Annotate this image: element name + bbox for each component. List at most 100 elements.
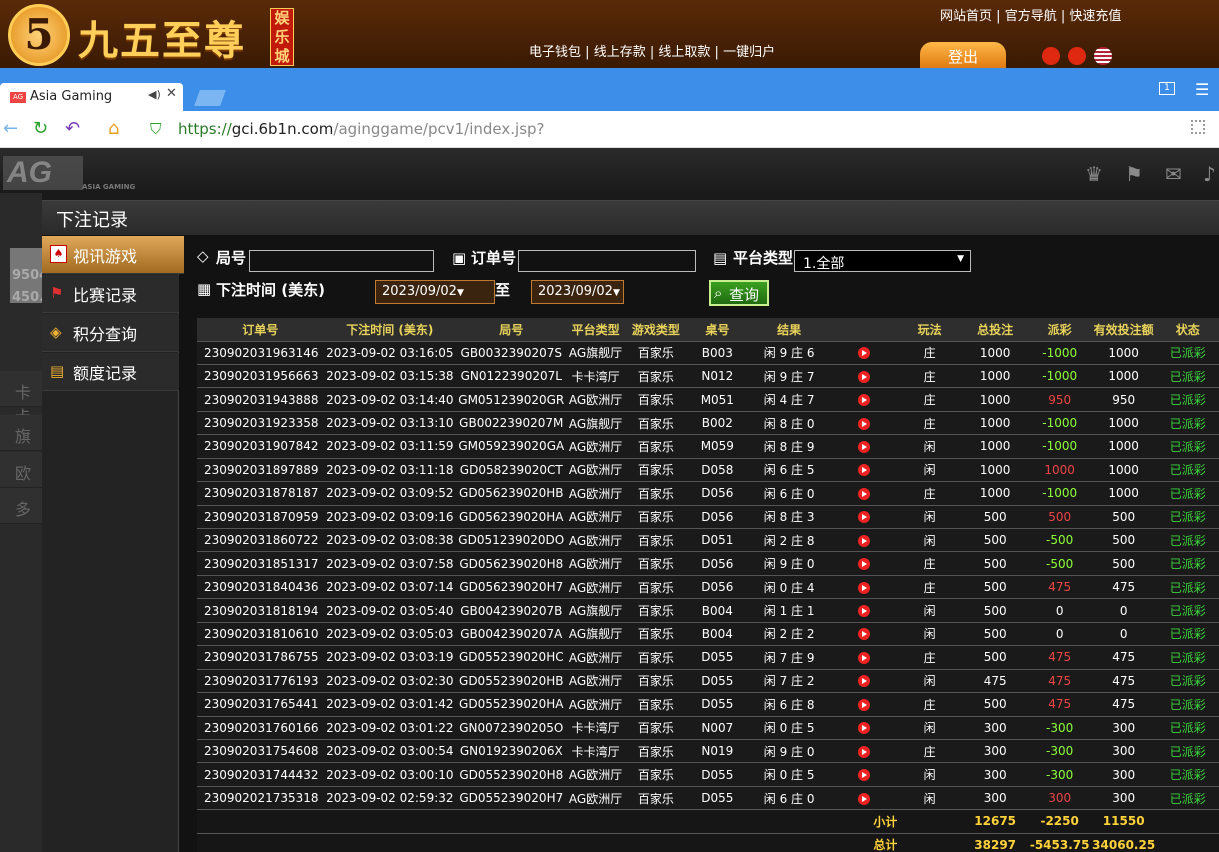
table-row[interactable]: 230902031776193 2023-09-02 03:02:30 GD0552… bbox=[197, 669, 1219, 694]
url-input[interactable]: https://gci.6b1n.com/aginggame/pcv1/inde… bbox=[178, 120, 545, 138]
link-home[interactable]: 网站首页 bbox=[940, 9, 992, 24]
link-consolidate[interactable]: 一键归户 bbox=[723, 45, 775, 60]
replay[interactable] bbox=[830, 739, 898, 764]
col-header[interactable]: 下注时间 (美东) bbox=[323, 318, 457, 342]
replay[interactable] bbox=[830, 481, 898, 506]
link-recharge[interactable]: 快速充值 bbox=[1069, 9, 1121, 24]
menu-match-records[interactable]: ⚑ 比赛记录 bbox=[42, 275, 179, 313]
menu-live-games[interactable]: ♠ 视讯游戏 bbox=[42, 236, 184, 274]
table-row[interactable]: 230902031754608 2023-09-02 03:00:54 GN0192… bbox=[197, 739, 1219, 764]
col-header[interactable]: 总投注 bbox=[961, 318, 1029, 342]
replay[interactable] bbox=[830, 622, 898, 647]
play-icon[interactable] bbox=[858, 534, 871, 547]
play-icon[interactable] bbox=[858, 628, 871, 641]
hk-flag-icon[interactable] bbox=[1042, 47, 1060, 65]
replay[interactable] bbox=[830, 762, 898, 787]
table-row[interactable]: 230902031907842 2023-09-02 03:11:59 GM0592… bbox=[197, 434, 1219, 459]
undo-icon[interactable]: ↶ bbox=[65, 118, 80, 139]
table-row[interactable]: 230902031963146 2023-09-02 03:16:05 GB0032… bbox=[197, 341, 1219, 365]
play-icon[interactable] bbox=[858, 792, 871, 805]
site-logo-text[interactable]: 九五至尊 bbox=[78, 8, 246, 66]
table-row[interactable]: 230902031860722 2023-09-02 03:08:38 GD0512… bbox=[197, 528, 1219, 553]
table-row[interactable]: 230902031810610 2023-09-02 03:05:03 GB0042… bbox=[197, 622, 1219, 647]
window-count-icon[interactable]: 1 bbox=[1159, 82, 1175, 95]
table-row[interactable]: 230902031943888 2023-09-02 03:14:40 GM0512… bbox=[197, 387, 1219, 412]
play-icon[interactable] bbox=[858, 394, 871, 407]
us-flag-icon[interactable] bbox=[1094, 47, 1112, 65]
table-row[interactable]: 230902031923358 2023-09-02 03:13:10 GB0022… bbox=[197, 411, 1219, 436]
replay[interactable] bbox=[830, 411, 898, 436]
replay[interactable] bbox=[830, 341, 898, 365]
browser-tab-active[interactable]: AG Asia Gaming ◀) ✕ bbox=[0, 83, 183, 111]
vip-icon[interactable]: ♛ bbox=[1085, 162, 1103, 186]
replay[interactable] bbox=[830, 528, 898, 553]
order-input[interactable] bbox=[518, 250, 696, 272]
play-icon[interactable] bbox=[858, 698, 871, 711]
col-header[interactable]: 状态 bbox=[1156, 318, 1219, 342]
replay[interactable] bbox=[830, 434, 898, 459]
replay[interactable] bbox=[830, 645, 898, 670]
col-header[interactable]: 桌号 bbox=[687, 318, 748, 342]
date-to-input[interactable]: 2023/09/02▼ bbox=[531, 280, 624, 304]
table-row[interactable]: 230902031786755 2023-09-02 03:03:19 GD0552… bbox=[197, 645, 1219, 670]
play-icon[interactable] bbox=[858, 464, 871, 477]
table-row[interactable]: 230902031840436 2023-09-02 03:07:14 GD0562… bbox=[197, 575, 1219, 600]
logout-button[interactable]: 登出 bbox=[920, 42, 1006, 68]
table-row[interactable]: 230902031818194 2023-09-02 03:05:40 GB0042… bbox=[197, 598, 1219, 623]
play-icon[interactable] bbox=[858, 417, 871, 430]
music-icon[interactable]: ♪ bbox=[1203, 162, 1216, 186]
table-row[interactable]: 230902031878187 2023-09-02 03:09:52 GD0562… bbox=[197, 481, 1219, 506]
play-icon[interactable] bbox=[858, 558, 871, 571]
date-from-input[interactable]: 2023/09/02▼ bbox=[375, 280, 495, 304]
replay[interactable] bbox=[830, 364, 898, 389]
home-icon[interactable]: ⌂ bbox=[108, 118, 119, 139]
chat-icon[interactable]: ✉ bbox=[1165, 162, 1182, 186]
back-icon[interactable]: ← bbox=[3, 118, 18, 139]
round-input[interactable] bbox=[249, 250, 434, 272]
play-icon[interactable] bbox=[858, 487, 871, 500]
menu-credit-records[interactable]: ▤ 额度记录 bbox=[42, 353, 179, 391]
col-header[interactable]: 玩法 bbox=[897, 318, 962, 342]
play-icon[interactable] bbox=[858, 347, 871, 360]
play-icon[interactable] bbox=[858, 651, 871, 664]
table-row[interactable]: 230902031744432 2023-09-02 03:00:10 GD0552… bbox=[197, 762, 1219, 787]
play-icon[interactable] bbox=[858, 769, 871, 782]
replay[interactable] bbox=[830, 458, 898, 483]
new-tab-button[interactable] bbox=[194, 90, 226, 106]
play-icon[interactable] bbox=[858, 722, 871, 735]
table-row[interactable]: 230902021735318 2023-09-02 02:59:32 GD0552… bbox=[197, 786, 1219, 811]
play-icon[interactable] bbox=[858, 745, 871, 758]
flag-icon[interactable]: ⚑ bbox=[1125, 162, 1143, 186]
play-icon[interactable] bbox=[858, 440, 871, 453]
table-row[interactable]: 230902031897889 2023-09-02 03:11:18 GD0582… bbox=[197, 458, 1219, 483]
menu-icon[interactable]: ☰ bbox=[1195, 80, 1209, 99]
table-row[interactable]: 230902031765441 2023-09-02 03:01:42 GD0552… bbox=[197, 692, 1219, 717]
play-icon[interactable] bbox=[858, 675, 871, 688]
link-wallet[interactable]: 电子钱包 bbox=[529, 45, 581, 60]
reload-icon[interactable]: ↻ bbox=[33, 118, 48, 139]
replay[interactable] bbox=[830, 786, 898, 811]
platform-select[interactable]: 1.全部 ▼ bbox=[794, 250, 971, 272]
site-logo-icon[interactable]: 5 bbox=[8, 4, 70, 66]
table-row[interactable]: 230902031760166 2023-09-02 03:01:22 GN0072… bbox=[197, 716, 1219, 740]
search-button[interactable]: ⌕ 查询 bbox=[709, 280, 769, 306]
qr-code-icon[interactable] bbox=[1191, 120, 1205, 134]
play-icon[interactable] bbox=[858, 605, 871, 618]
play-icon[interactable] bbox=[858, 370, 871, 383]
menu-points-query[interactable]: ◈ 积分查询 bbox=[42, 314, 179, 352]
speaker-icon[interactable]: ◀) bbox=[148, 88, 161, 101]
table-row[interactable]: 230902031956663 2023-09-02 03:15:38 GN0122… bbox=[197, 364, 1219, 389]
link-nav[interactable]: 官方导航 bbox=[1005, 9, 1057, 24]
replay[interactable] bbox=[830, 505, 898, 530]
col-header[interactable]: 局号 bbox=[456, 318, 567, 342]
replay[interactable] bbox=[830, 387, 898, 412]
col-header[interactable]: 游戏类型 bbox=[624, 318, 688, 342]
col-header[interactable]: 平台类型 bbox=[566, 318, 625, 342]
replay[interactable] bbox=[830, 598, 898, 623]
cn-flag-icon[interactable] bbox=[1068, 47, 1086, 65]
table-row[interactable]: 230902031870959 2023-09-02 03:09:16 GD0562… bbox=[197, 505, 1219, 530]
play-icon[interactable] bbox=[858, 511, 871, 524]
replay[interactable] bbox=[830, 551, 898, 576]
table-row[interactable]: 230902031851317 2023-09-02 03:07:58 GD0562… bbox=[197, 551, 1219, 576]
link-withdraw[interactable]: 线上取款 bbox=[658, 45, 710, 60]
